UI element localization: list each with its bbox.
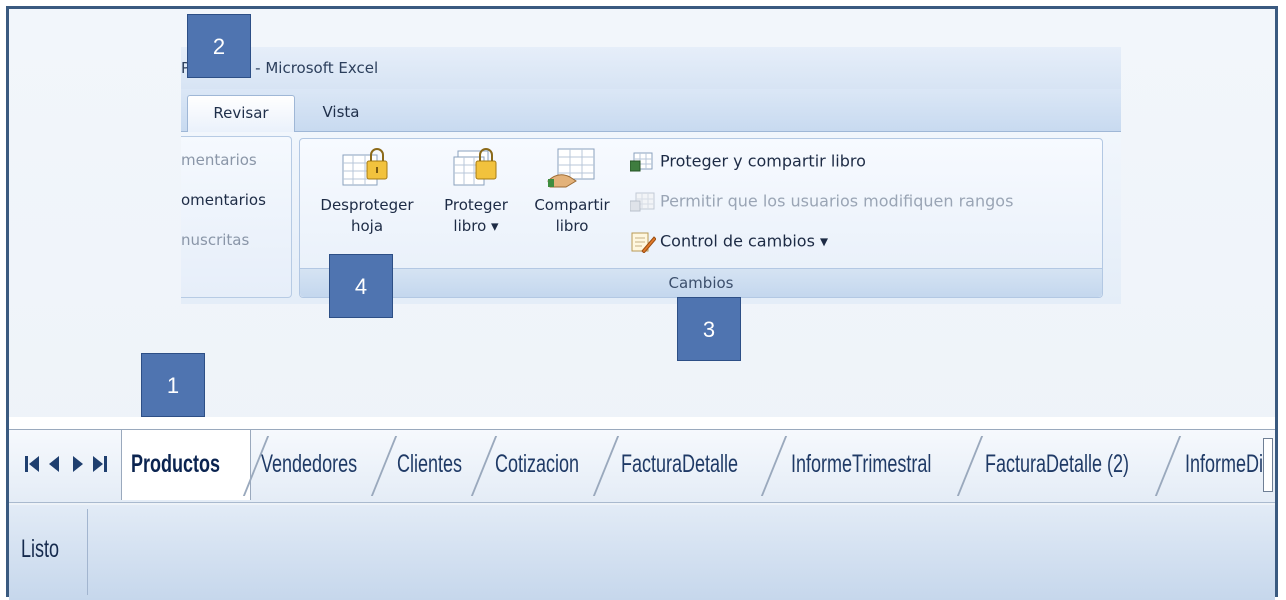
- callout-4: 4: [329, 254, 393, 318]
- status-divider: [87, 509, 88, 595]
- ribbon-body: mentarios omentarios nuscritas Desproteg…: [181, 132, 1121, 304]
- title-bar: Practica1 - Microsoft Excel: [181, 47, 1121, 89]
- callout-1: 1: [141, 353, 205, 417]
- sheet-tab-strip: Productos Vendedores Clientes Cotizacion…: [9, 429, 1275, 503]
- compartir-libro-label: Compartir libro: [534, 196, 610, 235]
- status-bar: Listo: [9, 505, 1275, 600]
- sheet-tab-clientes[interactable]: Clientes: [397, 430, 462, 502]
- proteger-libro-label: Proteger libro ▾: [444, 196, 508, 235]
- book-lock-icon: [453, 148, 497, 186]
- sheet-tab-vendedores[interactable]: Vendedores: [261, 430, 357, 502]
- excel-ribbon: Practica1 - Microsoft Excel Revisar Vist…: [181, 47, 1121, 305]
- callout-2: 2: [187, 14, 251, 78]
- cut-off-grid-row: [9, 417, 1275, 429]
- track-changes-icon: [631, 232, 656, 253]
- desproteger-hoja-label: Desproteger hoja: [320, 196, 414, 235]
- tab-vista[interactable]: Vista: [309, 95, 373, 131]
- group-comentarios: mentarios omentarios nuscritas: [181, 136, 292, 298]
- proteger-compartir-label: Proteger y compartir libro: [660, 151, 866, 171]
- sheet-tab-informedin[interactable]: InformeDin: [1185, 430, 1273, 502]
- cambios-group-label: Cambios: [300, 268, 1102, 297]
- callout-3: 3: [677, 297, 741, 361]
- share-workbook-icon: [547, 148, 595, 188]
- sheet-tab-informetrimestral[interactable]: InformeTrimestral: [791, 430, 931, 502]
- compartir-libro-button[interactable]: Compartir libro: [524, 147, 620, 237]
- tab-separator: [760, 436, 788, 496]
- group-cambios: Desproteger hoja Proteger libro ▾ Compar…: [299, 138, 1103, 298]
- status-text: Listo: [21, 535, 60, 563]
- sheet-lock-icon: [342, 148, 388, 186]
- sheet-tab-productos[interactable]: Productos: [131, 430, 220, 502]
- sheet-tab-facturadetalle-2[interactable]: FacturaDetalle (2): [985, 430, 1129, 502]
- proteger-libro-button[interactable]: Proteger libro ▾: [434, 147, 518, 237]
- permitir-rangos-button[interactable]: Permitir que los usuarios modifiquen ran…: [630, 191, 1013, 213]
- comentarios-item-3[interactable]: nuscritas: [181, 231, 249, 249]
- comentarios-item-1[interactable]: mentarios: [181, 151, 257, 169]
- sheet-tab-cotizacion[interactable]: Cotizacion: [495, 430, 579, 502]
- ribbon-tab-row: Revisar Vista: [181, 89, 1121, 132]
- control-cambios-label: Control de cambios ▾: [660, 231, 829, 251]
- tab-separator: [1154, 436, 1182, 496]
- tab-separator: [592, 436, 620, 496]
- screenshot-frame: Practica1 - Microsoft Excel Revisar Vist…: [6, 6, 1278, 600]
- control-cambios-button[interactable]: Control de cambios ▾: [630, 231, 828, 253]
- comentarios-item-2[interactable]: omentarios: [181, 191, 266, 209]
- sheet-nav-arrows[interactable]: [23, 450, 115, 484]
- protect-share-icon: [630, 152, 653, 172]
- sheet-nav-icons: [25, 456, 107, 472]
- allow-ranges-icon: [630, 192, 655, 212]
- proteger-compartir-button[interactable]: Proteger y compartir libro: [630, 151, 866, 173]
- desproteger-hoja-button[interactable]: Desproteger hoja: [308, 147, 426, 237]
- tab-separator: [470, 436, 498, 496]
- tab-separator: [370, 436, 398, 496]
- permitir-rangos-label: Permitir que los usuarios modifiquen ran…: [660, 191, 1014, 211]
- tab-revisar[interactable]: Revisar: [187, 95, 295, 132]
- tab-split-handle[interactable]: [1263, 438, 1273, 492]
- sheet-tab-facturadetalle[interactable]: FacturaDetalle: [621, 430, 738, 502]
- tab-separator: [956, 436, 984, 496]
